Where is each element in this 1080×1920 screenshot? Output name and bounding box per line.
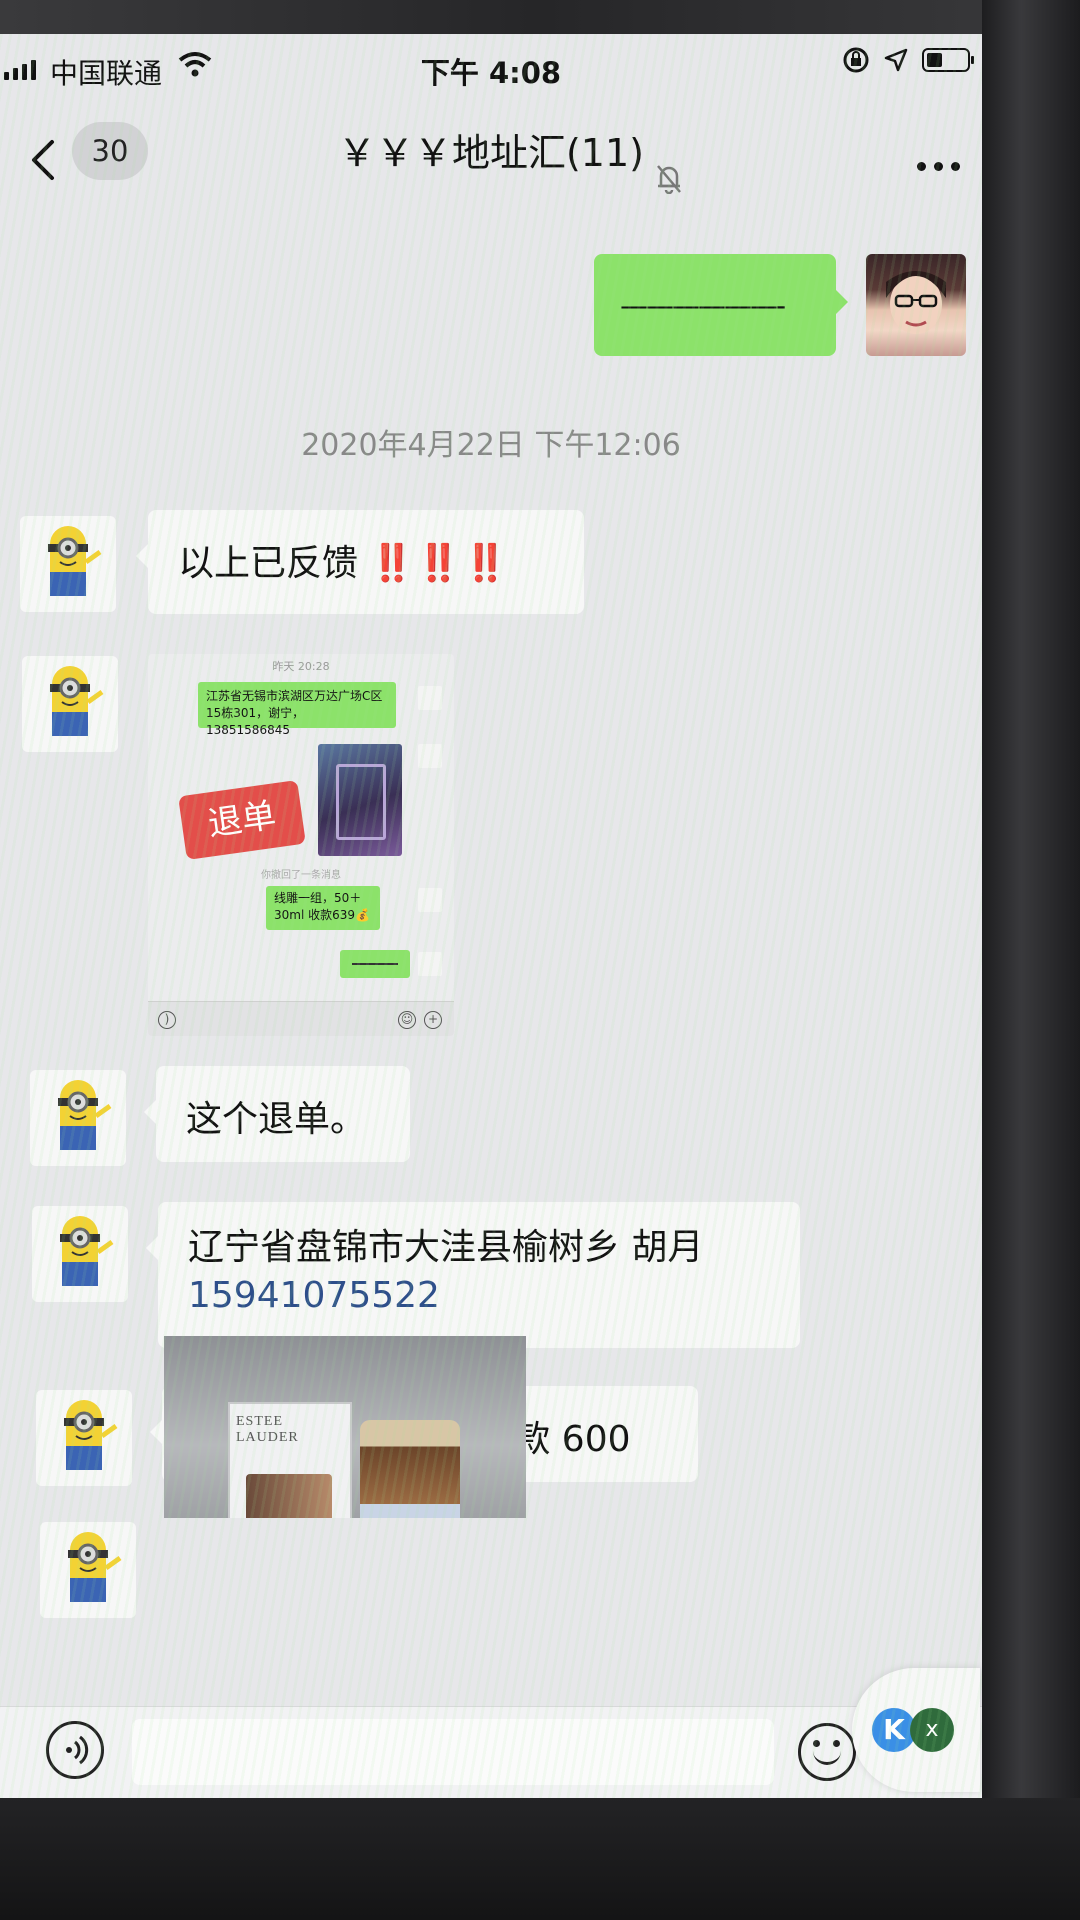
product-photo-message[interactable]: ESTEE LAUDER [164,1336,526,1518]
message-bubble[interactable]: 这个退单。 [144,1066,410,1162]
my-avatar[interactable] [866,254,966,356]
cream-jar [360,1420,460,1518]
status-bar: 中国联通 下午 4:08 [0,34,982,104]
embedded-dash-bubble [340,950,410,978]
embedded-voice-icon: ) [158,1011,176,1029]
exclamation-marks: ‼️‼️‼️ [369,543,510,584]
device-frame-right [982,0,1080,1920]
device-frame-bottom [0,1798,1080,1920]
address-text: 辽宁省盘锦市大洼县榆树乡 胡月 [188,1227,704,1268]
embedded-avatar [418,888,442,912]
voice-input-button[interactable] [46,1721,104,1779]
message-text: 这个退单。 [186,1099,367,1140]
embedded-avatar [418,744,442,768]
battery-icon [922,48,974,72]
voice-wave-icon [66,1735,89,1765]
phone-screen: 中国联通 下午 4:08 30 ￥￥￥地址汇(11) ——————- 2020年… [0,34,982,1798]
close-widget-button[interactable]: x [910,1708,954,1752]
embedded-avatar [418,686,442,710]
sender-avatar[interactable] [20,516,116,612]
sender-avatar[interactable] [30,1070,126,1166]
embedded-plus-icon: + [424,1011,442,1029]
message-bubble[interactable]: 以上已反馈 ‼️‼️‼️ [136,510,584,614]
input-bar [0,1706,982,1798]
embedded-recall-note: 你撤回了一条消息 [261,870,341,881]
sender-avatar[interactable] [22,656,118,752]
sender-avatar[interactable] [36,1390,132,1486]
embedded-product-photo [318,744,402,856]
minion-avatar-icon [58,1080,112,1150]
message-bubble[interactable]: 辽宁省盘锦市大洼县榆树乡 胡月 15941075522 [146,1202,800,1348]
sender-avatar[interactable] [40,1522,136,1618]
chat-title[interactable]: ￥￥￥地址汇(11) [0,122,982,177]
my-message-bubble[interactable]: ——————- [594,254,848,356]
embedded-address-bubble: 江苏省无锡市滨湖区万达广场C区15栋301，谢宁，13851586845 [198,682,396,737]
minion-avatar-icon [68,1532,122,1602]
phone-number-link[interactable]: 15941075522 [188,1272,770,1320]
status-time: 下午 4:08 [420,56,562,90]
minion-avatar-icon [48,526,102,596]
floating-widget[interactable]: K x [852,1668,980,1792]
device-frame-top [0,0,1080,34]
rotation-lock-icon [843,47,869,73]
mute-bell-icon [657,165,681,194]
embedded-emoji-icon: ☺ [398,1011,416,1029]
minion-avatar-icon [60,1216,114,1286]
embedded-input-bar: ) ☺ + [148,1001,454,1036]
profile-photo-icon [886,271,946,334]
more-options-button[interactable] [917,162,960,171]
embedded-avatar [418,952,442,976]
embedded-timestamp: 昨天 20:28 [272,660,330,673]
refund-stamp: 退单 [178,779,306,861]
screenshot-image-message[interactable]: 昨天 20:28 江苏省无锡市滨湖区万达广场C区15栋301，谢宁，138515… [148,654,454,1036]
my-message-text: ——————- [620,289,786,322]
location-arrow-icon [884,48,908,72]
emoji-button[interactable] [798,1723,856,1781]
product-brand: ESTEE LAUDER [236,1414,299,1445]
message-text: 以上已反馈 [178,543,359,584]
minion-avatar-icon [64,1400,118,1470]
chat-timestamp: 2020年4月22日 下午12:06 [301,428,681,463]
message-input[interactable] [132,1719,774,1785]
embedded-order-bubble: 线雕一组，50＋30ml 收款639💰 [266,886,380,930]
product-box: ESTEE LAUDER [228,1402,352,1518]
sender-avatar[interactable] [32,1206,128,1302]
minion-avatar-icon [50,666,104,736]
